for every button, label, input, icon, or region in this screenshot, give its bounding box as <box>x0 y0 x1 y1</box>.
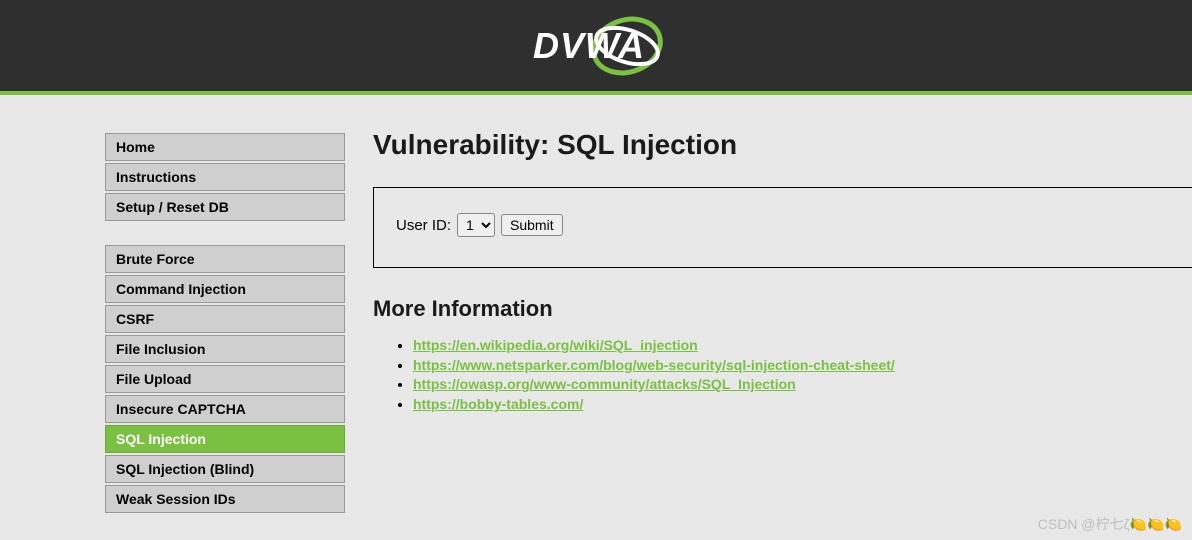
info-link-item: https://en.wikipedia.org/wiki/SQL_inject… <box>413 336 1192 356</box>
info-link-item: https://bobby-tables.com/ <box>413 395 1192 415</box>
logo: DVWA <box>521 11 671 81</box>
info-link[interactable]: https://bobby-tables.com/ <box>413 396 583 412</box>
sidebar-item-sql-injection-blind[interactable]: SQL Injection (Blind) <box>105 455 345 483</box>
page-title: Vulnerability: SQL Injection <box>373 129 1192 161</box>
sidebar-item-file-inclusion[interactable]: File Inclusion <box>105 335 345 363</box>
sidebar-item-insecure-captcha[interactable]: Insecure CAPTCHA <box>105 395 345 423</box>
user-id-row: User ID: 1 Submit <box>396 213 1170 237</box>
user-id-label: User ID: <box>396 217 451 234</box>
sidebar-item-home[interactable]: Home <box>105 133 345 161</box>
main-content: Vulnerability: SQL Injection User ID: 1 … <box>345 133 1192 414</box>
sidebar-group-main: HomeInstructionsSetup / Reset DB <box>105 133 345 221</box>
info-link-item: https://owasp.org/www-community/attacks/… <box>413 375 1192 395</box>
sidebar-item-brute-force[interactable]: Brute Force <box>105 245 345 273</box>
watermark: CSDN @柠七ζ🍋🍋🍋 <box>1038 514 1182 534</box>
logo-text: DVWA <box>533 25 645 67</box>
page-body: HomeInstructionsSetup / Reset DB Brute F… <box>105 95 1192 537</box>
sidebar-group-vulns: Brute ForceCommand InjectionCSRFFile Inc… <box>105 245 345 513</box>
input-panel: User ID: 1 Submit <box>373 187 1192 268</box>
sidebar-item-command-injection[interactable]: Command Injection <box>105 275 345 303</box>
more-info-heading: More Information <box>373 296 1192 322</box>
submit-button[interactable]: Submit <box>501 214 563 236</box>
sidebar-item-weak-session-ids[interactable]: Weak Session IDs <box>105 485 345 513</box>
header: DVWA <box>0 0 1192 95</box>
user-id-select[interactable]: 1 <box>457 213 495 237</box>
sidebar-item-csrf[interactable]: CSRF <box>105 305 345 333</box>
info-link[interactable]: https://en.wikipedia.org/wiki/SQL_inject… <box>413 337 698 353</box>
more-info-list: https://en.wikipedia.org/wiki/SQL_inject… <box>373 336 1192 414</box>
sidebar-item-setup-reset-db[interactable]: Setup / Reset DB <box>105 193 345 221</box>
info-link-item: https://www.netsparker.com/blog/web-secu… <box>413 356 1192 376</box>
sidebar-item-instructions[interactable]: Instructions <box>105 163 345 191</box>
info-link[interactable]: https://www.netsparker.com/blog/web-secu… <box>413 357 895 373</box>
sidebar: HomeInstructionsSetup / Reset DB Brute F… <box>105 133 345 537</box>
sidebar-item-sql-injection[interactable]: SQL Injection <box>105 425 345 453</box>
header-inner: DVWA <box>100 0 1092 91</box>
info-link[interactable]: https://owasp.org/www-community/attacks/… <box>413 376 796 392</box>
sidebar-item-file-upload[interactable]: File Upload <box>105 365 345 393</box>
